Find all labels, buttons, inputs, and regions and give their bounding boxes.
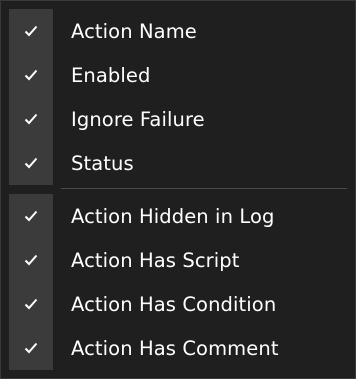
checkmark-icon <box>9 9 53 53</box>
menu-item-label: Ignore Failure <box>71 107 205 131</box>
menu-item-action-has-condition[interactable]: Action Has Condition <box>9 282 349 326</box>
menu-item-status[interactable]: Status <box>9 141 349 185</box>
menu-item-label: Action Hidden in Log <box>71 204 275 228</box>
checkmark-icon <box>9 97 53 141</box>
menu-item-label: Enabled <box>71 63 151 87</box>
menu-item-action-has-script[interactable]: Action Has Script <box>9 238 349 282</box>
menu-item-label: Action Has Script <box>71 248 240 272</box>
checkmark-icon <box>9 194 53 238</box>
menu-item-action-has-comment[interactable]: Action Has Comment <box>9 326 349 370</box>
checkmark-icon <box>9 53 53 97</box>
menu-item-action-name[interactable]: Action Name <box>9 9 349 53</box>
menu-item-label: Action Has Comment <box>71 336 279 360</box>
checkmark-icon <box>9 238 53 282</box>
menu-item-ignore-failure[interactable]: Ignore Failure <box>9 97 349 141</box>
menu-item-label: Action Has Condition <box>71 292 277 316</box>
menu-item-action-hidden-in-log[interactable]: Action Hidden in Log <box>9 194 349 238</box>
checkmark-icon <box>9 141 53 185</box>
menu-item-enabled[interactable]: Enabled <box>9 53 349 97</box>
menu-item-label: Action Name <box>71 19 197 43</box>
checkmark-icon <box>9 326 53 370</box>
menu-separator <box>61 188 347 189</box>
column-visibility-context-menu: Action Name Enabled Ignore Failure Statu… <box>0 0 356 379</box>
menu-item-label: Status <box>71 151 134 175</box>
checkmark-icon <box>9 282 53 326</box>
